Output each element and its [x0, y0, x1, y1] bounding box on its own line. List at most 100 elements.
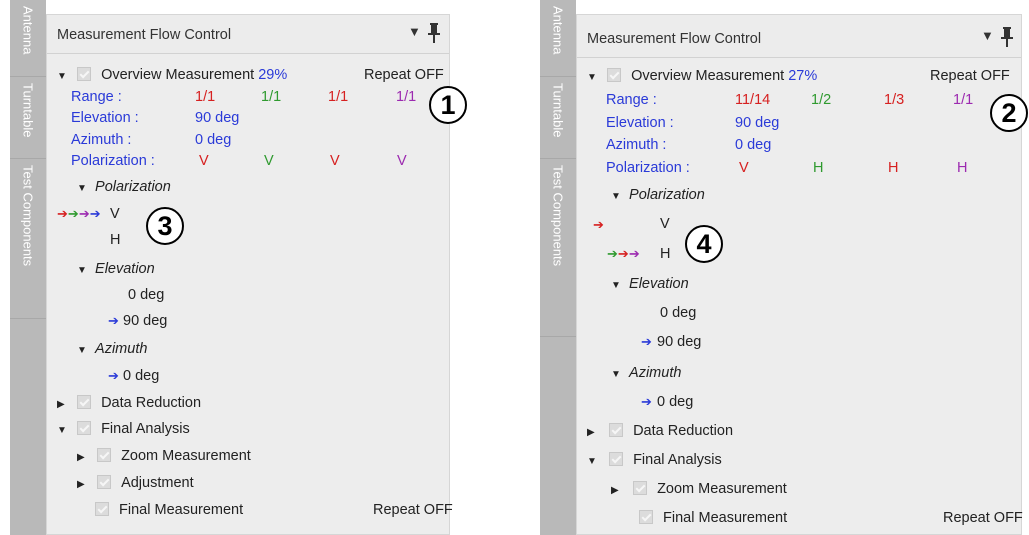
elevation-label: Elevation : [606, 115, 674, 131]
panel-header: Measurement Flow Control ▼ [577, 15, 1021, 58]
final-measurement-row[interactable]: Final Measurement [95, 502, 243, 518]
elev-item-90[interactable]: 90 deg [657, 334, 701, 350]
elevation-value: 90 deg [195, 110, 240, 126]
group-elevation[interactable]: ▼ Elevation [77, 261, 155, 277]
polarization-value-4: V [397, 153, 407, 169]
expand-caret-icon[interactable]: ▼ [57, 71, 67, 82]
checkbox[interactable] [633, 481, 648, 495]
group-polarization[interactable]: ▼ Polarization [611, 187, 705, 203]
arrow-icon-red: ➔ [593, 217, 604, 232]
pol-item-h[interactable]: H [660, 246, 670, 262]
expand-caret-icon[interactable]: ▶ [77, 479, 87, 490]
arrow-icon-purple: ➔ [628, 246, 640, 261]
pol-item-v[interactable]: V [660, 216, 670, 232]
tab-test-components[interactable]: Test Components [540, 159, 576, 337]
tab-turntable[interactable]: Turntable [10, 77, 46, 159]
final-analysis-row[interactable]: ▼ Final Analysis [587, 452, 722, 468]
group-elevation[interactable]: ▼ Elevation [611, 276, 689, 292]
expand-caret-icon[interactable]: ▶ [611, 485, 621, 496]
polarization-label: Polarization : [606, 160, 690, 176]
tab-test-components[interactable]: Test Components [10, 159, 46, 319]
data-reduction-row[interactable]: ▶ Data Reduction [57, 395, 201, 411]
arrow-icon-blue: ➔ [89, 206, 101, 221]
current-arrow-icon: ➔ [108, 368, 119, 383]
expand-caret-icon[interactable]: ▼ [57, 425, 67, 436]
expand-caret-icon[interactable]: ▼ [611, 369, 621, 380]
checkbox[interactable] [77, 395, 92, 409]
polarization-label: Polarization : [71, 153, 155, 169]
elev-item-0[interactable]: 0 deg [660, 305, 696, 321]
adjustment-row[interactable]: ▶ Adjustment [77, 475, 194, 491]
range-value-2: 1/1 [261, 89, 282, 105]
checkbox[interactable] [607, 68, 622, 82]
group-azimuth[interactable]: ▼ Azimuth [77, 341, 147, 357]
final-analysis-label: Final Analysis [101, 421, 190, 437]
elev-item-90[interactable]: 90 deg [123, 313, 167, 329]
range-label: Range : [606, 92, 657, 108]
group-azimuth-label: Azimuth [95, 341, 148, 357]
tab-antenna[interactable]: Antenna [10, 0, 46, 77]
arrow-icon-red: ➔ [57, 206, 68, 221]
expand-caret-icon[interactable]: ▼ [611, 280, 621, 291]
chevron-down-icon[interactable]: ▼ [981, 28, 994, 43]
azimuth-value: 0 deg [195, 132, 232, 148]
list-item-pol-h[interactable]: ➔➔➔ [607, 246, 640, 262]
checkbox[interactable] [97, 448, 112, 462]
arrow-icon-purple: ➔ [78, 206, 90, 221]
pin-icon[interactable] [1000, 26, 1014, 48]
azimuth-label: Azimuth : [606, 137, 667, 153]
data-reduction-label: Data Reduction [633, 423, 734, 439]
group-elevation-label: Elevation [95, 261, 155, 277]
pol-item-h[interactable]: H [110, 232, 120, 248]
pin-icon[interactable] [427, 22, 441, 44]
final-measurement-row[interactable]: Final Measurement [639, 510, 787, 526]
checkbox[interactable] [639, 510, 653, 524]
group-azimuth[interactable]: ▼ Azimuth [611, 365, 681, 381]
callout-badge: 3 [146, 207, 184, 245]
azimuth-value: 0 deg [735, 137, 772, 153]
expand-caret-icon[interactable]: ▼ [611, 191, 621, 202]
repeat-status: Repeat OFF [364, 67, 444, 83]
final-analysis-row[interactable]: ▼ Final Analysis [57, 421, 190, 437]
zoom-measurement-row[interactable]: ▶ Zoom Measurement [77, 448, 251, 464]
checkbox[interactable] [609, 452, 624, 466]
checkbox[interactable] [95, 502, 109, 516]
arrow-icon-red: ➔ [617, 246, 629, 261]
expand-caret-icon[interactable]: ▼ [587, 72, 597, 83]
zoom-measurement-row[interactable]: ▶ Zoom Measurement [611, 481, 787, 497]
overview-row[interactable]: ▼ Overview Measurement 29% [57, 67, 287, 83]
group-polarization-label: Polarization [95, 179, 171, 195]
data-reduction-label: Data Reduction [101, 395, 202, 411]
checkbox[interactable] [609, 423, 624, 437]
range-value-3: 1/1 [328, 89, 349, 105]
final-repeat-status: Repeat OFF [373, 502, 453, 518]
panel-header: Measurement Flow Control ▼ [47, 15, 449, 54]
pol-item-v[interactable]: V [110, 206, 120, 222]
polarization-value-3: H [888, 160, 899, 176]
checkbox[interactable] [97, 475, 112, 489]
data-reduction-row[interactable]: ▶ Data Reduction [587, 423, 733, 439]
final-repeat-status: Repeat OFF [943, 510, 1023, 526]
checkbox[interactable] [77, 421, 92, 435]
expand-caret-icon[interactable]: ▼ [77, 183, 87, 194]
expand-caret-icon[interactable]: ▶ [57, 399, 67, 410]
tab-turntable[interactable]: Turntable [540, 77, 576, 159]
group-polarization[interactable]: ▼ Polarization [77, 179, 171, 195]
checkbox[interactable] [77, 67, 92, 81]
expand-caret-icon[interactable]: ▼ [587, 456, 597, 467]
list-item-pol-v[interactable]: ➔➔➔➔ [57, 206, 101, 222]
elev-item-0[interactable]: 0 deg [128, 287, 164, 303]
chevron-down-icon[interactable]: ▼ [408, 24, 421, 39]
callout-badge: 2 [990, 94, 1028, 132]
expand-caret-icon[interactable]: ▼ [77, 265, 87, 276]
tab-antenna[interactable]: Antenna [540, 0, 576, 77]
expand-caret-icon[interactable]: ▶ [77, 452, 87, 463]
azi-item-0[interactable]: 0 deg [123, 368, 159, 384]
expand-caret-icon[interactable]: ▶ [587, 427, 597, 438]
callout-badge: 1 [429, 86, 467, 124]
expand-caret-icon[interactable]: ▼ [77, 345, 87, 356]
overview-row[interactable]: ▼ Overview Measurement 27% [587, 68, 817, 84]
azi-item-0[interactable]: 0 deg [657, 394, 693, 410]
adjustment-label: Adjustment [121, 475, 194, 491]
range-value-4: 1/1 [953, 92, 974, 108]
